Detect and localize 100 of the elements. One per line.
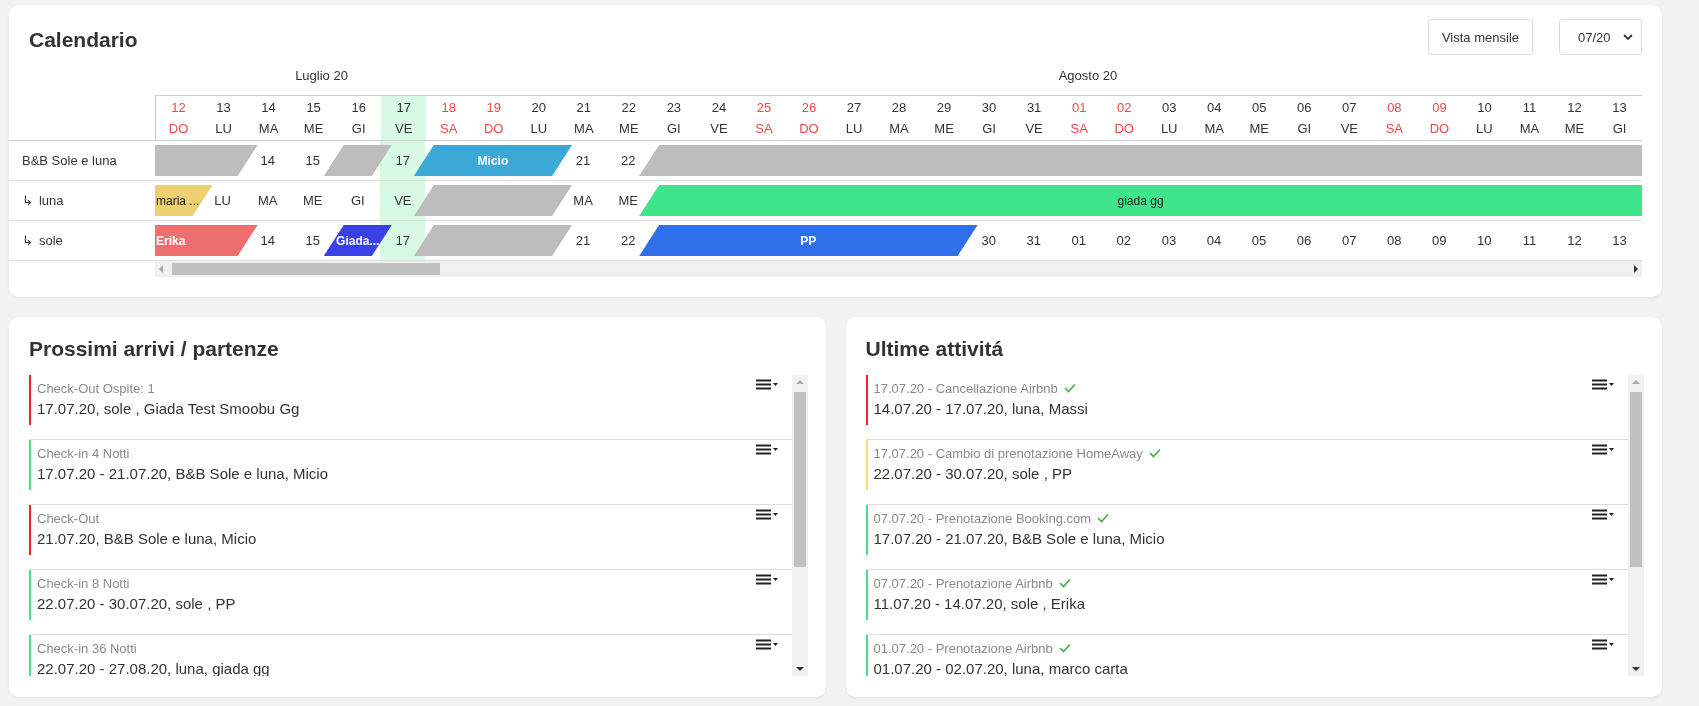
day-cell[interactable]: 14 — [260, 153, 275, 168]
day-cell[interactable]: 06 — [1296, 233, 1312, 248]
scroll-down-icon[interactable] — [1632, 667, 1640, 671]
list-item[interactable]: 07.07.20 - Prenotazione Booking.com 17.07.20 - 21.07.20, B&B Sole e luna, Micio — [865, 505, 1628, 570]
day-cell[interactable]: 22 — [620, 233, 636, 248]
item-title: 01.07.20 - Prenotazione Airbnb — [873, 640, 1053, 656]
booking-bar[interactable] — [155, 145, 258, 176]
day-header: 03 LU — [1159, 99, 1179, 138]
booking-bar[interactable]: Giada... — [323, 225, 392, 256]
scroll-right-icon[interactable] — [1634, 265, 1638, 273]
day-cell[interactable]: 01 — [1071, 233, 1086, 248]
day-header: 14 MA — [257, 99, 280, 138]
list-item[interactable]: Check-in 4 Notti 17.07.20 - 21.07.20, B&B Sole e luna, Micio — [29, 440, 792, 505]
menu-icon — [1592, 379, 1614, 390]
day-cell[interactable]: 15 — [305, 233, 320, 248]
subunit-arrow: ↳ — [22, 193, 33, 208]
day-header: 13 LU — [214, 99, 233, 138]
day-cell[interactable]: ME — [302, 193, 323, 208]
month-select[interactable]: 07/20 — [1559, 19, 1642, 55]
item-text: 17.07.20 - 21.07.20, B&B Sole e luna, Micio — [873, 530, 1166, 547]
day-cell[interactable]: 05 — [1251, 233, 1267, 248]
list-item[interactable]: Check-Out 21.07.20, B&B Sole e luna, Micio — [29, 505, 792, 570]
day-cell[interactable]: ME — [618, 193, 638, 208]
day-header: 17 VE — [381, 96, 427, 140]
day-header: 20 LU — [529, 99, 549, 138]
menu-button[interactable] — [755, 444, 778, 458]
day-cell[interactable]: 15 — [305, 153, 320, 168]
item-text: 22.07.20 - 30.07.20, sole , PP — [873, 465, 1073, 482]
scroll-up-icon[interactable] — [1632, 380, 1640, 384]
day-cell[interactable]: 17 — [395, 153, 411, 168]
scroll-thumb[interactable] — [793, 392, 806, 567]
menu-icon — [755, 574, 778, 585]
menu-button[interactable] — [755, 379, 778, 393]
day-cell[interactable]: 08 — [1387, 233, 1402, 248]
menu-button[interactable] — [1592, 574, 1614, 588]
room-name: sole — [38, 233, 63, 248]
menu-icon — [1592, 639, 1614, 650]
day-header: 18 SA — [439, 99, 459, 138]
item-title: 17.07.20 - Cambio di prenotazione HomeAway — [873, 445, 1143, 461]
scroll-thumb[interactable] — [1630, 392, 1642, 567]
day-cell[interactable]: 21 — [575, 233, 591, 248]
menu-icon — [755, 509, 778, 520]
day-cell[interactable]: 10 — [1477, 233, 1492, 248]
day-cell[interactable]: LU — [214, 193, 231, 208]
booking-bar[interactable]: giada gg — [639, 185, 1642, 216]
day-header: 30 GI — [980, 99, 998, 138]
day-cell[interactable]: 03 — [1161, 233, 1177, 248]
item-title: Check-in 4 Notti — [37, 445, 130, 461]
scroll-down-icon[interactable] — [795, 667, 804, 671]
month-label: Luglio 20 — [295, 68, 348, 83]
day-cell[interactable]: MA — [257, 193, 278, 208]
room-name: luna — [38, 193, 64, 208]
list-item[interactable]: 07.07.20 - Prenotazione Airbnb 11.07.20 - 14.07.20, sole , Erika — [865, 570, 1628, 635]
calendar-title: Calendario — [29, 28, 138, 52]
item-text: 11.07.20 - 14.07.20, sole , Erika — [873, 595, 1087, 612]
day-cell[interactable]: 31 — [1026, 233, 1041, 248]
day-cell[interactable]: 04 — [1206, 233, 1222, 248]
menu-button[interactable] — [755, 639, 778, 653]
month-label: Agosto 20 — [1058, 68, 1118, 83]
menu-button[interactable] — [1592, 639, 1614, 653]
list-item[interactable]: 17.07.20 - Cancellazione Airbnb 14.07.20 - 17.07.20, luna, Massi — [865, 375, 1628, 440]
menu-button[interactable] — [1592, 444, 1614, 458]
list-item[interactable]: 17.07.20 - Cambio di prenotazione HomeAway 22.07.20 - 30.07.20, sole , PP — [865, 440, 1628, 505]
horizontal-scrollbar[interactable] — [155, 261, 1642, 277]
booking-bar[interactable]: PP — [639, 225, 978, 256]
monthly-view-button[interactable]: Vista mensile — [1427, 19, 1533, 55]
booking-bar[interactable]: maria ... — [155, 185, 213, 216]
day-cell[interactable]: 09 — [1432, 233, 1447, 248]
day-header: 10 LU — [1475, 99, 1494, 138]
menu-button[interactable] — [1592, 509, 1614, 523]
vertical-scrollbar[interactable] — [1628, 375, 1644, 676]
day-cell[interactable]: 12 — [1567, 233, 1582, 248]
scroll-left-icon[interactable] — [159, 265, 163, 273]
day-cell[interactable]: 30 — [981, 233, 996, 248]
menu-icon — [1592, 509, 1614, 520]
day-cell[interactable]: 21 — [575, 153, 591, 168]
item-title: 17.07.20 - Cancellazione Airbnb — [873, 380, 1058, 396]
day-header: 27 LU — [844, 99, 864, 138]
day-cell[interactable]: 22 — [620, 153, 636, 168]
day-cell[interactable]: 17 — [395, 233, 411, 248]
menu-button[interactable] — [755, 574, 778, 588]
menu-button[interactable] — [1592, 379, 1614, 393]
day-cell[interactable]: 11 — [1522, 233, 1537, 248]
item-text: 17.07.20 - 21.07.20, B&B Sole e luna, Micio — [37, 465, 330, 482]
day-cell[interactable]: 02 — [1116, 233, 1132, 248]
item-text: 22.07.20 - 30.07.20, sole , PP — [37, 595, 237, 612]
day-cell[interactable]: GI — [350, 193, 365, 208]
day-cell[interactable]: 14 — [260, 233, 275, 248]
item-title: Check-Out Ospite: 1 — [37, 380, 155, 396]
day-cell[interactable]: MA — [573, 193, 593, 208]
scroll-thumb[interactable] — [172, 263, 440, 275]
list-item[interactable]: Check-in 8 Notti 22.07.20 - 30.07.20, sole , PP — [29, 570, 792, 635]
menu-button[interactable] — [755, 509, 778, 523]
scroll-up-icon[interactable] — [795, 380, 804, 384]
day-cell[interactable]: VE — [394, 193, 412, 208]
day-cell[interactable]: 07 — [1341, 233, 1357, 248]
list-item[interactable]: Check-Out Ospite: 1 17.07.20, sole , Giada Test Smoobu Gg — [29, 375, 792, 440]
vertical-scrollbar[interactable] — [791, 375, 808, 676]
day-cell[interactable]: 13 — [1612, 233, 1627, 248]
day-header: 12 DO — [167, 99, 190, 138]
